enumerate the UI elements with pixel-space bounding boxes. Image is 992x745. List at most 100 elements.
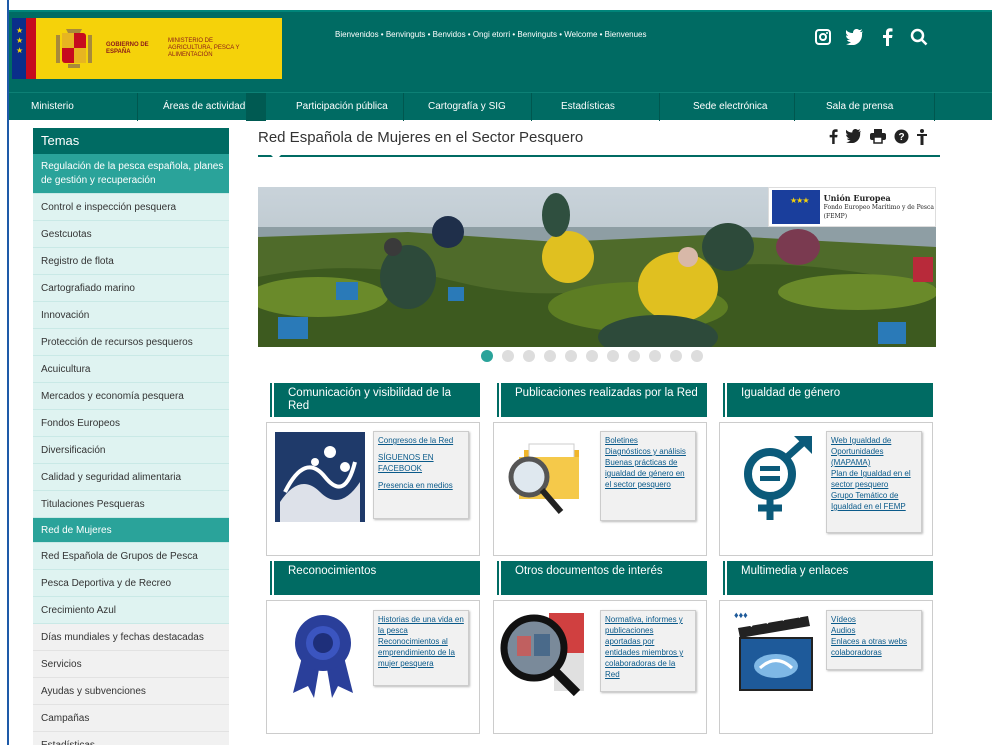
slider-dot[interactable] <box>670 350 682 362</box>
slider-dot[interactable] <box>628 350 640 362</box>
instagram-icon[interactable] <box>814 28 832 46</box>
sidebar-item[interactable]: Calidad y seguridad alimentaria <box>33 464 229 491</box>
nav-item-estadisticas[interactable]: Estadísticas <box>561 93 615 121</box>
card-links: Vídeos Audios Enlaces a otras webs colabor… <box>826 610 922 670</box>
sidebar-item[interactable]: Crecimiento Azul <box>33 597 229 624</box>
card-header[interactable]: Igualdad de género <box>719 383 933 417</box>
slider-dot[interactable] <box>586 350 598 362</box>
slider-dot[interactable] <box>691 350 703 362</box>
sidebar-item[interactable]: Regulación de la pesca española, planes … <box>33 154 229 194</box>
slider-dot[interactable] <box>523 350 535 362</box>
card-link[interactable]: Web Igualdad de Oportunidades (MAPAMA) <box>831 435 917 468</box>
sidebar-item[interactable]: Acuicultura <box>33 356 229 383</box>
twitter-share-icon[interactable] <box>845 129 862 148</box>
sidebar-item-label: Fondos Europeos <box>41 417 120 429</box>
slider-dot[interactable] <box>607 350 619 362</box>
gender-equality-symbol[interactable] <box>730 432 820 525</box>
card-link[interactable]: SÍGUENOS EN FACEBOOK <box>378 452 464 474</box>
sidebar-item-label: Titulaciones Pesqueras <box>41 498 145 510</box>
card-link[interactable]: Boletines <box>605 435 691 446</box>
card-link[interactable]: Buenas prácticas de igualdad de género e… <box>605 457 691 490</box>
card-title: Multimedia y enlaces <box>741 565 849 577</box>
nav-item-ministerio[interactable]: Ministerio <box>31 93 74 121</box>
ministry-name: MINISTERIO DE AGRICULTURA, PESCA Y ALIME… <box>168 38 240 58</box>
slider-dot[interactable] <box>565 350 577 362</box>
sidebar-item[interactable]: Cartografiado marino <box>33 275 229 302</box>
sidebar-list: Regulación de la pesca española, planes … <box>33 154 229 745</box>
sidebar-item[interactable]: Servicios <box>33 651 229 678</box>
card-header[interactable]: Reconocimientos <box>266 561 480 595</box>
sidebar-item[interactable]: Diversificación <box>33 437 229 464</box>
nav-item-areas[interactable]: Áreas de actividad ▾ <box>163 93 253 121</box>
sidebar-item[interactable]: Pesca Deportiva y de Recreo <box>33 570 229 597</box>
sidebar-item[interactable]: Registro de flota <box>33 248 229 275</box>
sidebar-item[interactable]: Estadísticas <box>33 732 229 745</box>
window-edge <box>0 0 7 745</box>
slider-dot[interactable] <box>544 350 556 362</box>
card-header[interactable]: Otros documentos de interés <box>493 561 707 595</box>
sidebar-item-label: Campañas <box>41 712 90 724</box>
sidebar-item-label: Innovación <box>41 309 90 321</box>
main-nav: Ministerio Áreas de actividad ▾ Particip… <box>9 92 992 121</box>
wave-poster-image[interactable] <box>275 432 365 525</box>
slider-dot[interactable] <box>649 350 661 362</box>
nav-divider <box>403 93 404 121</box>
sidebar-item[interactable]: Red Española de Grupos de Pesca <box>33 543 229 570</box>
facebook-share-icon[interactable] <box>828 129 838 148</box>
sidebar-item[interactable]: Control e inspección pesquera <box>33 194 229 221</box>
card-header[interactable]: Publicaciones realizadas por la Red <box>493 383 707 417</box>
sidebar-item[interactable]: Protección de recursos pesqueros <box>33 329 229 356</box>
card-link[interactable]: Congresos de la Red <box>378 435 464 446</box>
page-title: Red Española de Mujeres en el Sector Pes… <box>258 129 584 146</box>
nav-item-participacion[interactable]: Participación pública <box>296 93 388 121</box>
nav-divider <box>137 93 138 121</box>
sidebar-item[interactable]: Red de Mujeres <box>33 518 229 543</box>
folder-magnifier-image[interactable] <box>499 432 589 525</box>
award-ribbon-image[interactable] <box>278 608 368 701</box>
nav-item-sede[interactable]: Sede electrónica <box>693 93 768 121</box>
slider-dots <box>481 350 703 362</box>
sidebar-item[interactable]: Mercados y economía pesquera <box>33 383 229 410</box>
sidebar-item-label: Ayudas y subvenciones <box>41 685 146 697</box>
card-link[interactable]: Enlaces a otras webs colaboradoras <box>831 636 917 658</box>
twitter-icon[interactable] <box>846 28 864 46</box>
card-link[interactable]: Historias de una vida en la pesca <box>378 614 464 636</box>
card-link[interactable]: Plan de Igualdad en el sector pesquero <box>831 468 917 490</box>
government-logo[interactable]: ★ ★ ★ GOBIERNO DE ESPAÑA MINISTERIO DE AGR… <box>12 18 282 79</box>
slider-dot[interactable] <box>502 350 514 362</box>
nav-divider <box>794 93 795 121</box>
clapperboard-image[interactable]: ♦♦♦ <box>730 606 820 701</box>
card-title: Comunicación y visibilidad de la Red <box>288 387 451 412</box>
magnifier-photos-image[interactable] <box>499 608 589 701</box>
sidebar-title: Temas <box>33 128 229 154</box>
card-link[interactable]: Vídeos <box>831 614 917 625</box>
nav-item-cartografia[interactable]: Cartografía y SIG <box>428 93 506 121</box>
search-icon[interactable] <box>910 28 928 46</box>
sidebar-item[interactable]: Gestcuotas <box>33 221 229 248</box>
sidebar-item-label: Registro de flota <box>41 255 114 267</box>
facebook-icon[interactable] <box>878 28 896 46</box>
sidebar-item[interactable]: Campañas <box>33 705 229 732</box>
card-link[interactable]: Grupo Temático de Igualdad en el FEMP <box>831 490 917 512</box>
sidebar-item[interactable]: Titulaciones Pesqueras <box>33 491 229 518</box>
print-icon[interactable] <box>870 129 886 148</box>
sidebar-item-label: Días mundiales y fechas destacadas <box>41 631 204 643</box>
card-header[interactable]: Comunicación y visibilidad de la Red <box>266 383 480 417</box>
card-link[interactable]: Audios <box>831 625 917 636</box>
help-icon[interactable]: ? <box>894 129 909 148</box>
nav-item-prensa[interactable]: Sala de prensa <box>826 93 893 121</box>
coat-of-arms-icon <box>54 27 94 71</box>
card-link[interactable]: Normativa, informes y publicaciones apor… <box>605 614 691 680</box>
card-header[interactable]: Multimedia y enlaces <box>719 561 933 595</box>
card-link[interactable]: Diagnósticos y análisis <box>605 446 691 457</box>
accessibility-icon[interactable] <box>917 129 927 148</box>
card-link[interactable]: Reconocimientos al emprendimiento de la … <box>378 636 464 669</box>
sidebar-item[interactable]: Días mundiales y fechas destacadas <box>33 624 229 651</box>
sidebar-item[interactable]: Ayudas y subvenciones <box>33 678 229 705</box>
sidebar-item[interactable]: Fondos Europeos <box>33 410 229 437</box>
gov-name: GOBIERNO DE ESPAÑA <box>106 41 149 55</box>
card-link[interactable]: Presencia en medios <box>378 480 464 491</box>
slider-dot[interactable] <box>481 350 493 362</box>
sidebar-item[interactable]: Innovación <box>33 302 229 329</box>
sidebar-item-label: Gestcuotas <box>41 228 92 240</box>
